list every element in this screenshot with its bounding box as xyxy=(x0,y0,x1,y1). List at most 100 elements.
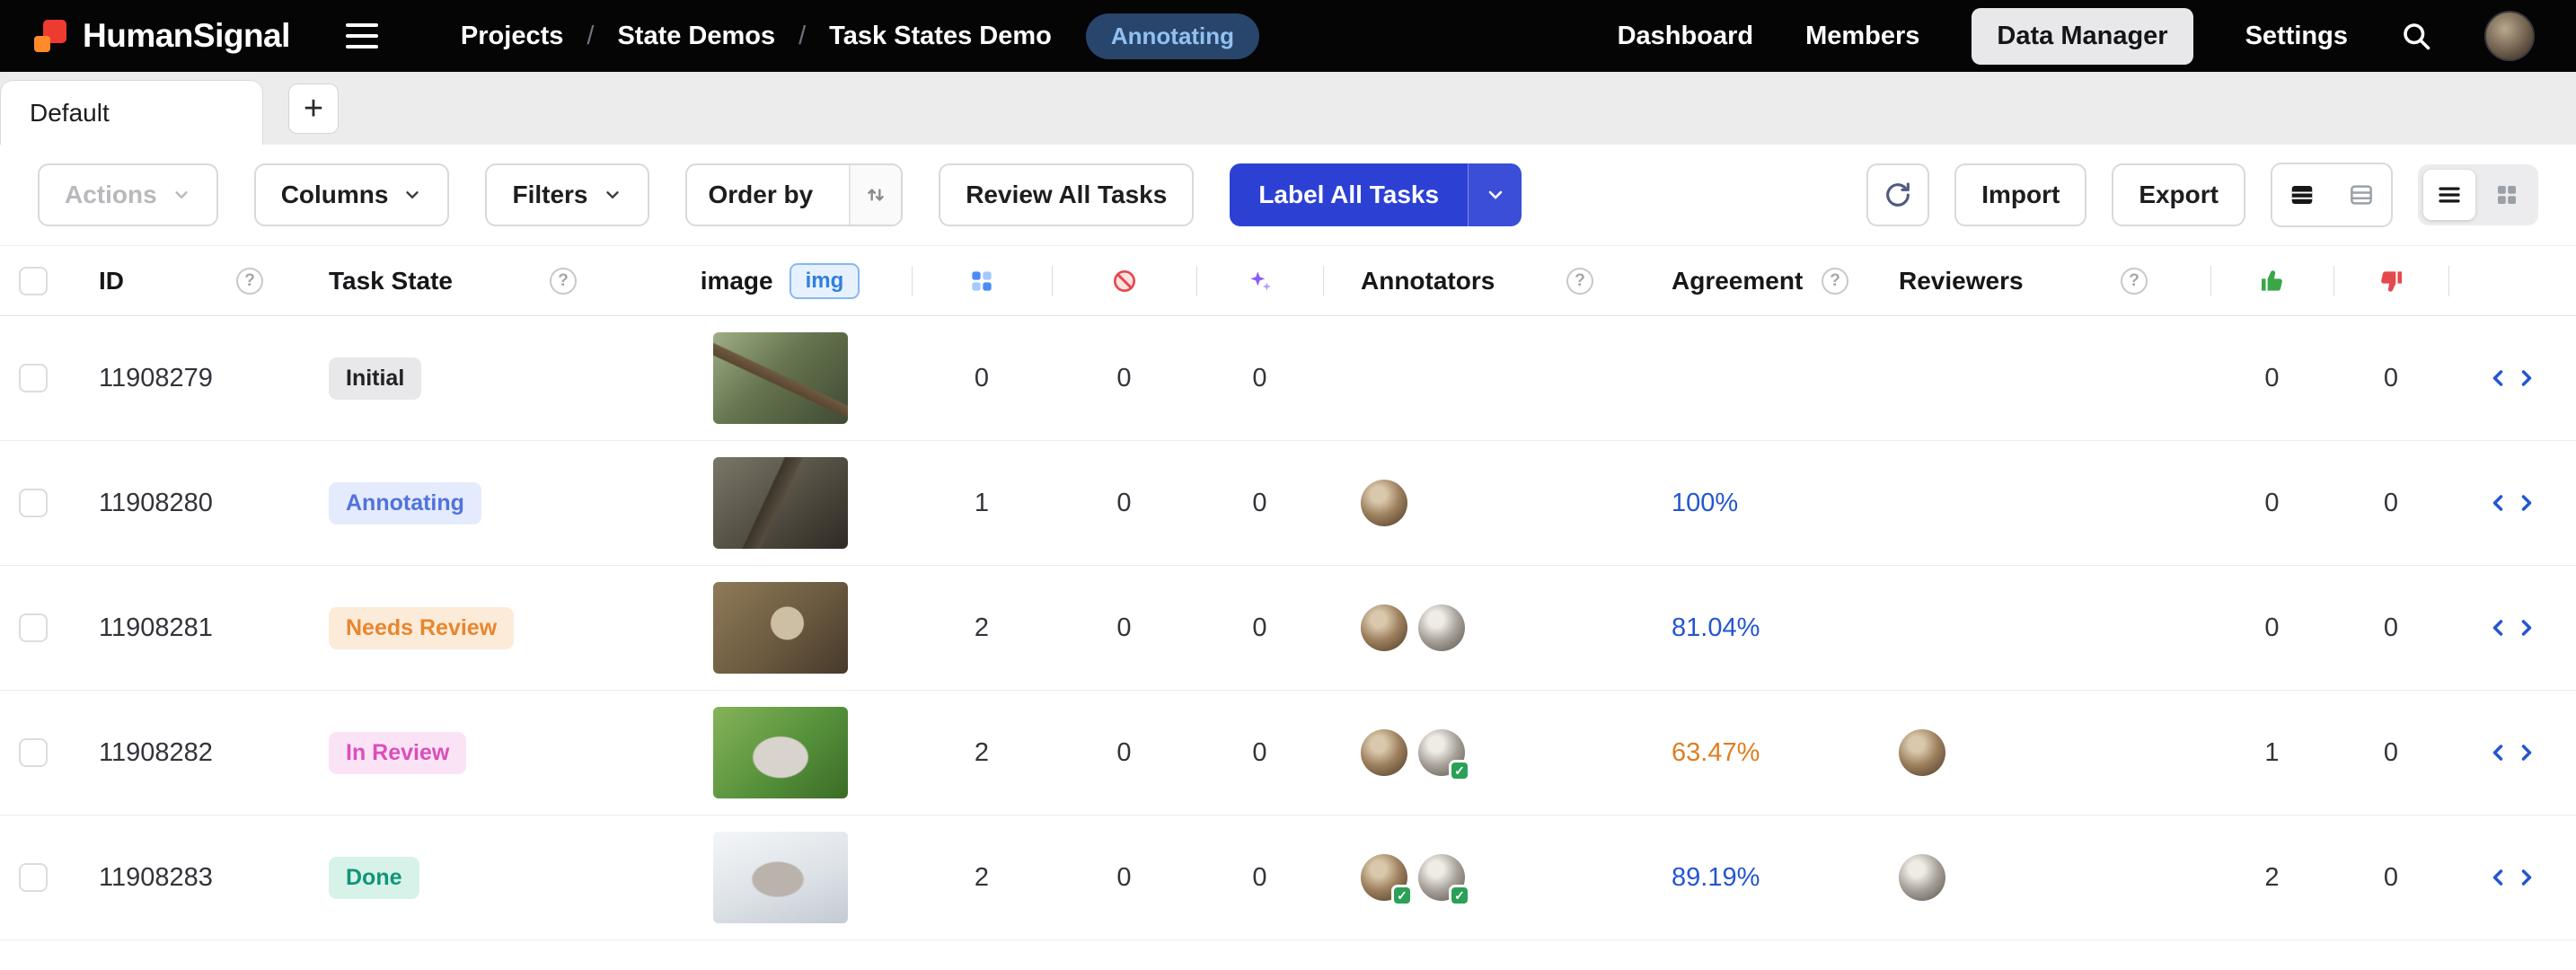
task-row[interactable]: 11908283 Done 2 0 0 ✓ ✓ 89.19% 2 0 xyxy=(0,816,2576,940)
task-id: 11908281 xyxy=(66,566,296,690)
brand-name: HumanSignal xyxy=(83,17,290,55)
compact-view-toggle[interactable] xyxy=(2332,164,2391,225)
rejected-count: 0 xyxy=(2333,566,2448,690)
open-task-chevron-left-icon[interactable] xyxy=(2485,366,2510,391)
row-checkbox[interactable] xyxy=(19,364,48,392)
image-type-badge: img xyxy=(790,263,860,299)
predictions-icon[interactable] xyxy=(1246,267,1275,295)
nav-settings[interactable]: Settings xyxy=(2245,22,2348,51)
row-checkbox[interactable] xyxy=(19,738,48,767)
brand-logo-icon xyxy=(34,20,66,52)
column-annotators-label[interactable]: Annotators xyxy=(1361,267,1495,295)
brand[interactable]: HumanSignal xyxy=(34,17,290,55)
search-icon[interactable] xyxy=(2400,20,2432,52)
cancelled-count: 0 xyxy=(1052,691,1196,815)
hamburger-menu-icon[interactable] xyxy=(346,23,378,48)
annotator-avatar xyxy=(1361,480,1407,526)
nav-members[interactable]: Members xyxy=(1805,22,1919,51)
user-avatar[interactable] xyxy=(2484,11,2535,61)
row-checkbox[interactable] xyxy=(19,613,48,642)
refresh-button[interactable] xyxy=(1866,163,1929,226)
help-icon[interactable]: ? xyxy=(1566,268,1593,295)
column-agreement-label[interactable]: Agreement xyxy=(1672,267,1803,295)
open-task-chevron-right-icon[interactable] xyxy=(2514,615,2539,640)
top-navigation: Dashboard Members Data Manager Settings xyxy=(1618,8,2535,65)
task-image-thumbnail[interactable] xyxy=(713,832,848,923)
chevron-down-icon[interactable] xyxy=(1468,163,1522,226)
filters-dropdown[interactable]: Filters xyxy=(485,163,648,226)
project-status-badge: Annotating xyxy=(1086,13,1259,59)
task-image-thumbnail[interactable] xyxy=(713,582,848,674)
order-by-button[interactable]: Order by xyxy=(685,163,904,226)
annotators-cell xyxy=(1323,316,1644,440)
help-icon[interactable]: ? xyxy=(236,268,263,295)
label-all-tasks-split-button[interactable]: Label All Tasks xyxy=(1230,163,1522,226)
density-toggle-group xyxy=(2271,163,2393,227)
reviewer-avatar xyxy=(1899,729,1945,776)
open-task-chevron-left-icon[interactable] xyxy=(2485,615,2510,640)
open-task-chevron-right-icon[interactable] xyxy=(2514,366,2539,391)
breadcrumb-project[interactable]: Task States Demo xyxy=(829,22,1052,51)
actions-label: Actions xyxy=(65,181,157,209)
add-view-tab-button[interactable]: + xyxy=(288,84,339,134)
table-view-toggle[interactable] xyxy=(2272,164,2332,225)
annotator-avatar xyxy=(1361,604,1407,651)
accepted-thumbs-up-icon[interactable] xyxy=(2258,267,2287,295)
column-task-state-label[interactable]: Task State xyxy=(329,267,453,295)
import-button[interactable]: Import xyxy=(1954,163,2086,226)
task-id: 11908280 xyxy=(66,441,296,565)
open-task-chevron-left-icon[interactable] xyxy=(2485,740,2510,765)
annotations-count: 2 xyxy=(912,566,1052,690)
help-icon[interactable]: ? xyxy=(1822,268,1848,295)
accepted-count: 2 xyxy=(2210,816,2333,939)
cancelled-count: 0 xyxy=(1052,316,1196,440)
annotations-count: 0 xyxy=(912,316,1052,440)
row-checkbox[interactable] xyxy=(19,863,48,892)
task-image-thumbnail[interactable] xyxy=(713,332,848,424)
breadcrumb-project-group[interactable]: State Demos xyxy=(617,22,775,51)
task-state-badge: Annotating xyxy=(329,482,481,525)
task-image-thumbnail[interactable] xyxy=(713,707,848,798)
sort-icon[interactable] xyxy=(849,165,901,225)
actions-dropdown[interactable]: Actions xyxy=(38,163,218,226)
select-all-checkbox[interactable] xyxy=(19,267,48,295)
review-all-tasks-button[interactable]: Review All Tasks xyxy=(939,163,1194,226)
annotations-count: 2 xyxy=(912,816,1052,939)
compact-view-icon xyxy=(2348,181,2375,208)
help-icon[interactable]: ? xyxy=(550,268,577,295)
open-task-chevron-right-icon[interactable] xyxy=(2514,490,2539,516)
columns-label: Columns xyxy=(281,181,389,209)
column-reviewers-label[interactable]: Reviewers xyxy=(1899,267,2024,295)
nav-data-manager[interactable]: Data Manager xyxy=(1972,8,2192,65)
nav-dashboard[interactable]: Dashboard xyxy=(1618,22,1753,51)
task-row[interactable]: 11908279 Initial 0 0 0 0 0 xyxy=(0,316,2576,441)
reviewer-avatar xyxy=(1899,854,1945,901)
breadcrumb-projects[interactable]: Projects xyxy=(461,22,563,51)
tab-default-view[interactable]: Default xyxy=(0,80,263,145)
rejected-thumbs-down-icon[interactable] xyxy=(2377,267,2405,295)
open-task-chevron-left-icon[interactable] xyxy=(2485,865,2510,890)
cancelled-annotations-icon[interactable] xyxy=(1110,267,1139,295)
label-all-tasks-label: Label All Tasks xyxy=(1230,163,1468,226)
column-image-label[interactable]: image xyxy=(701,267,773,295)
annotations-count-icon[interactable] xyxy=(967,267,996,295)
reviewed-check-icon: ✓ xyxy=(1449,885,1470,906)
predictions-count: 0 xyxy=(1196,691,1323,815)
open-task-chevron-left-icon[interactable] xyxy=(2485,490,2510,516)
help-icon[interactable]: ? xyxy=(2121,268,2148,295)
task-image-thumbnail[interactable] xyxy=(713,457,848,549)
annotators-cell: ✓ ✓ xyxy=(1323,816,1644,939)
list-layout-toggle[interactable] xyxy=(2423,170,2475,220)
annotations-count: 2 xyxy=(912,691,1052,815)
task-row[interactable]: 11908282 In Review 2 0 0 ✓ 63.47% 1 0 xyxy=(0,691,2576,816)
task-row[interactable]: 11908281 Needs Review 2 0 0 81.04% 0 0 xyxy=(0,566,2576,691)
columns-dropdown[interactable]: Columns xyxy=(254,163,450,226)
task-row[interactable]: 11908280 Annotating 1 0 0 100% 0 0 xyxy=(0,441,2576,566)
grid-layout-toggle[interactable] xyxy=(2481,170,2533,220)
open-task-chevron-right-icon[interactable] xyxy=(2514,740,2539,765)
export-button[interactable]: Export xyxy=(2112,163,2245,226)
agreement-value: 100% xyxy=(1672,489,1738,518)
row-checkbox[interactable] xyxy=(19,489,48,517)
open-task-chevron-right-icon[interactable] xyxy=(2514,865,2539,890)
column-id-label[interactable]: ID xyxy=(99,267,124,295)
